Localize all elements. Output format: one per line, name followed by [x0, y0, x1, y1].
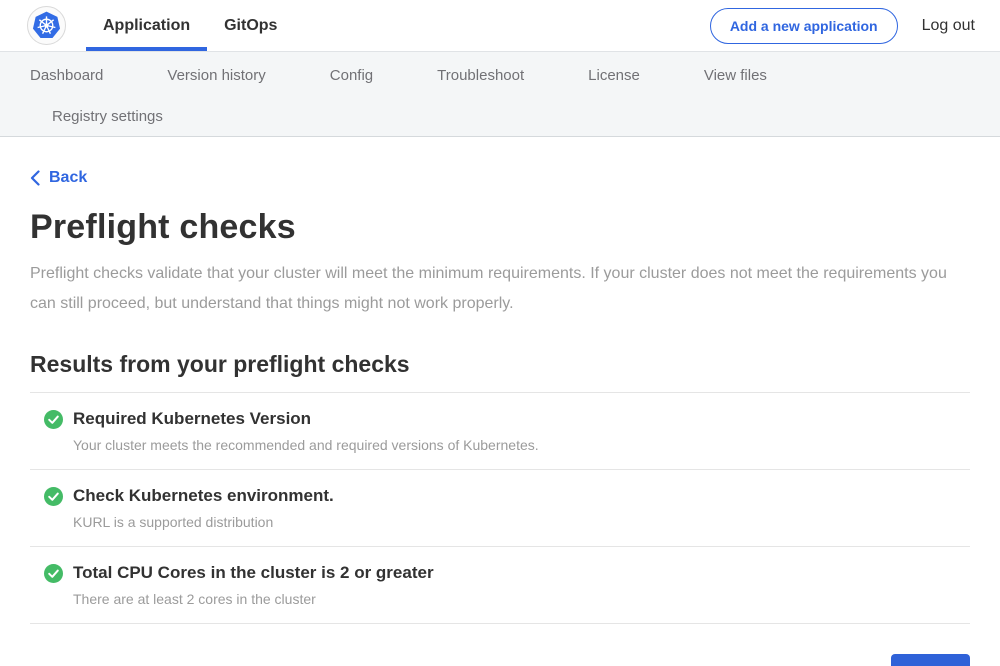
check-pass-icon — [44, 410, 63, 429]
preflight-check-item: Total CPU Cores in the cluster is 2 or g… — [30, 547, 970, 624]
subnav-item-dashboard[interactable]: Dashboard — [30, 67, 103, 84]
back-link[interactable]: Back — [30, 169, 87, 187]
check-title: Check Kubernetes environment. — [73, 486, 334, 506]
add-new-application-button[interactable]: Add a new application — [710, 8, 898, 44]
header-right: Add a new application Log out — [710, 8, 975, 44]
check-text: Check Kubernetes environment. KURL is a … — [73, 486, 334, 530]
tab-application-label: Application — [103, 17, 190, 35]
page-title: Preflight checks — [30, 208, 970, 247]
preflight-check-item: Check Kubernetes environment. KURL is a … — [30, 470, 970, 547]
footer-actions: Re-run — [30, 654, 970, 666]
back-link-label: Back — [49, 169, 87, 187]
subnav-item-registry-settings[interactable]: Registry settings — [52, 108, 163, 125]
results-heading: Results from your preflight checks — [30, 351, 970, 378]
check-description: Your cluster meets the recommended and r… — [73, 437, 539, 453]
check-text: Total CPU Cores in the cluster is 2 or g… — [73, 563, 434, 607]
tab-application[interactable]: Application — [86, 0, 207, 51]
check-title: Total CPU Cores in the cluster is 2 or g… — [73, 563, 434, 583]
subnav-item-license[interactable]: License — [588, 67, 640, 84]
subnav-item-view-files[interactable]: View files — [704, 67, 767, 84]
subnav-item-config[interactable]: Config — [330, 67, 373, 84]
check-description: There are at least 2 cores in the cluste… — [73, 591, 434, 607]
preflight-check-item: Required Kubernetes Version Your cluster… — [30, 393, 970, 470]
check-pass-icon — [44, 564, 63, 583]
kubernetes-logo-icon — [30, 9, 63, 42]
tab-gitops[interactable]: GitOps — [207, 0, 294, 51]
subnav-item-troubleshoot[interactable]: Troubleshoot — [437, 67, 524, 84]
check-pass-icon — [44, 487, 63, 506]
preflight-checks-list: Required Kubernetes Version Your cluster… — [30, 392, 970, 624]
primary-tabs: Application GitOps — [86, 0, 294, 51]
app-subnav: Dashboard Version history Config Trouble… — [0, 51, 1000, 137]
top-header: Application GitOps Add a new application… — [0, 0, 1000, 51]
tab-gitops-label: GitOps — [224, 17, 277, 35]
main-content: Back Preflight checks Preflight checks v… — [0, 137, 1000, 666]
subnav-item-version-history[interactable]: Version history — [167, 67, 265, 84]
check-text: Required Kubernetes Version Your cluster… — [73, 409, 539, 453]
subnav-row-2: Registry settings — [0, 98, 1000, 136]
check-title: Required Kubernetes Version — [73, 409, 539, 429]
rerun-button[interactable]: Re-run — [891, 654, 970, 666]
check-description: KURL is a supported distribution — [73, 514, 334, 530]
page-description: Preflight checks validate that your clus… — [30, 259, 960, 319]
logout-link[interactable]: Log out — [922, 17, 975, 35]
chevron-left-icon — [30, 170, 40, 186]
kubernetes-logo[interactable] — [27, 6, 66, 45]
subnav-row-1: Dashboard Version history Config Trouble… — [0, 52, 1000, 98]
